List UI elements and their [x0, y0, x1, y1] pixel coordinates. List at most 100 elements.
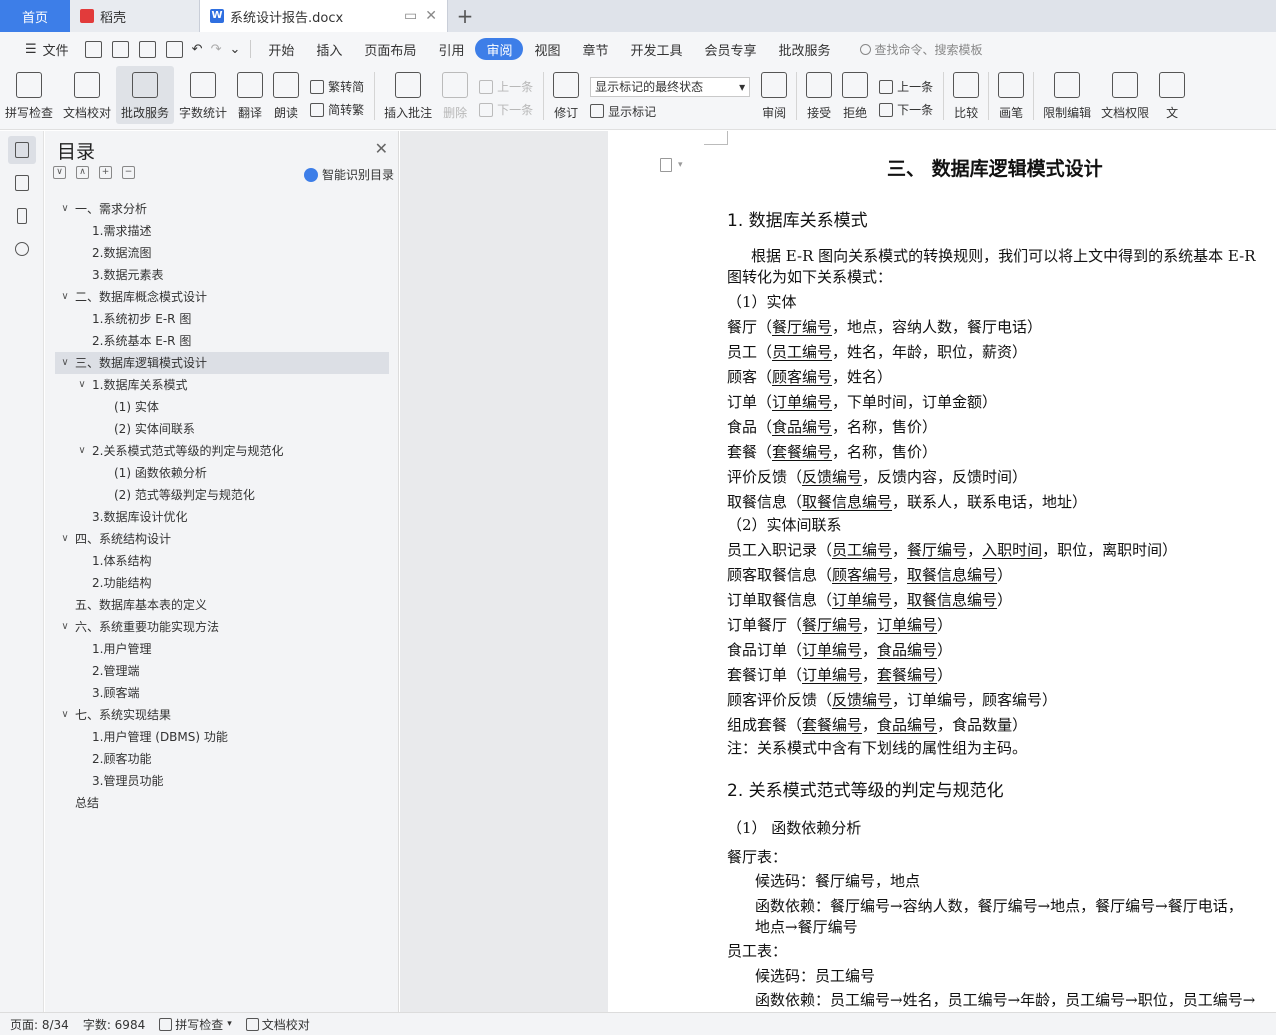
- toc-item[interactable]: 1.用户管理: [55, 638, 389, 660]
- toc-item[interactable]: 1.用户管理 (DBMS) 功能: [55, 726, 389, 748]
- menu-chapter[interactable]: 章节: [571, 38, 619, 60]
- delete-comment-button[interactable]: 删除: [437, 66, 473, 124]
- tab-home[interactable]: 首页: [0, 0, 70, 32]
- insert-comment-button[interactable]: 插入批注: [379, 66, 437, 124]
- menu-review[interactable]: 审阅: [475, 38, 524, 60]
- menu-layout[interactable]: 页面布局: [353, 38, 427, 60]
- menu-developer[interactable]: 开发工具: [620, 38, 694, 60]
- collapse-all-icon[interactable]: ∨: [53, 166, 66, 179]
- prev-change-button[interactable]: 上一条: [879, 78, 933, 95]
- doc-proofread-button[interactable]: 文档校对: [58, 66, 116, 124]
- document-page[interactable]: ▾ 三、 数据库逻辑模式设计 1. 数据库关系模式 根据 E-R 图向关系模式的转…: [608, 131, 1276, 1012]
- expand-up-icon[interactable]: ∧: [76, 166, 89, 179]
- next-comment-button[interactable]: 下一条: [479, 101, 533, 118]
- show-markup-button[interactable]: 显示标记: [590, 103, 750, 120]
- toc-item[interactable]: 2.管理端: [55, 660, 389, 682]
- chevron-down-icon[interactable]: ∨: [60, 704, 70, 726]
- toc-item[interactable]: 3.管理员功能: [55, 770, 389, 792]
- bookmark-icon[interactable]: [8, 202, 36, 230]
- chevron-down-icon[interactable]: ∨: [77, 440, 87, 462]
- command-search[interactable]: 查找命令、搜索模板: [859, 41, 983, 58]
- toc-item[interactable]: (2) 实体间联系: [55, 418, 389, 440]
- next-change-button[interactable]: 下一条: [879, 101, 933, 118]
- toc-panel-icon[interactable]: [8, 136, 36, 164]
- undo-icon[interactable]: ↶: [188, 38, 207, 60]
- revise-service-button[interactable]: 批改服务: [116, 66, 175, 124]
- print-preview-icon[interactable]: [165, 40, 183, 58]
- chevron-down-icon[interactable]: ∨: [60, 198, 70, 220]
- word-count-indicator[interactable]: 字数: 6984: [83, 1016, 145, 1033]
- export-pdf-icon[interactable]: [111, 40, 129, 58]
- prev-comment-button[interactable]: 上一条: [479, 78, 533, 95]
- add-heading-icon[interactable]: +: [99, 166, 112, 179]
- chevron-down-icon[interactable]: ∨: [60, 286, 70, 308]
- read-aloud-button[interactable]: 朗读: [268, 66, 304, 124]
- toc-item[interactable]: ∨ 一、需求分析: [55, 198, 389, 220]
- reject-button[interactable]: 拒绝: [837, 66, 873, 124]
- smart-toc-button[interactable]: 智能识别目录: [303, 166, 394, 183]
- toc-item[interactable]: 2.功能结构: [55, 572, 389, 594]
- close-icon[interactable]: ✕: [375, 139, 388, 158]
- menu-references[interactable]: 引用: [427, 38, 475, 60]
- search-icon[interactable]: [8, 235, 36, 263]
- save-icon[interactable]: [84, 40, 102, 58]
- toc-item[interactable]: 2.顾客功能: [55, 748, 389, 770]
- status-proofread[interactable]: 文档校对: [245, 1016, 310, 1033]
- draw-button[interactable]: 画笔: [993, 66, 1029, 124]
- restrict-edit-button[interactable]: 限制编辑: [1038, 66, 1096, 124]
- trad-to-simp-button[interactable]: 繁转简: [310, 78, 364, 95]
- tab-wps[interactable]: 稻壳: [70, 0, 200, 32]
- spell-check-button[interactable]: 拼写检查: [0, 66, 58, 124]
- simp-to-trad-button[interactable]: 简转繁: [310, 101, 364, 118]
- toc-item[interactable]: 1.体系结构: [55, 550, 389, 572]
- toc-item[interactable]: 3.数据库设计优化: [55, 506, 389, 528]
- print-icon[interactable]: [138, 40, 156, 58]
- window-icon[interactable]: ▭: [404, 8, 417, 24]
- compare-button[interactable]: 比较: [948, 66, 984, 124]
- doc-more-button[interactable]: 文: [1154, 66, 1190, 124]
- file-menu[interactable]: ☰ 文件: [14, 38, 80, 60]
- toc-item[interactable]: (1) 函数依赖分析: [55, 462, 389, 484]
- toc-item[interactable]: 五、数据库基本表的定义: [55, 594, 389, 616]
- toc-item[interactable]: 2.数据流图: [55, 242, 389, 264]
- page-indicator[interactable]: 页面: 8/34: [10, 1016, 69, 1033]
- menu-revise-service[interactable]: 批改服务: [768, 38, 842, 60]
- toc-item[interactable]: ∨ 1.数据库关系模式: [55, 374, 389, 396]
- quick-access-dropdown-icon[interactable]: ⌄: [225, 38, 244, 60]
- chevron-down-icon[interactable]: ∨: [60, 616, 70, 638]
- toc-item[interactable]: 2.系统基本 E-R 图: [55, 330, 389, 352]
- new-tab-button[interactable]: +: [448, 0, 482, 32]
- chevron-down-icon[interactable]: ∨: [60, 352, 70, 374]
- track-changes-button[interactable]: 修订: [548, 66, 584, 124]
- tab-document[interactable]: W 系统设计报告.docx ▭ ✕: [200, 0, 448, 32]
- chevron-down-icon[interactable]: ∨: [60, 528, 70, 550]
- toc-item[interactable]: 3.数据元素表: [55, 264, 389, 286]
- accept-button[interactable]: 接受: [801, 66, 837, 124]
- translate-button[interactable]: 翻译: [232, 66, 268, 124]
- chapter-icon[interactable]: [8, 169, 36, 197]
- markup-mode-select[interactable]: 显示标记的最终状态 ▾: [590, 76, 751, 97]
- toc-item[interactable]: 1.需求描述: [55, 220, 389, 242]
- redo-icon[interactable]: ↷: [207, 38, 226, 60]
- chevron-down-icon[interactable]: ∨: [77, 374, 87, 396]
- remove-heading-icon[interactable]: −: [122, 166, 135, 179]
- status-spell-check[interactable]: 拼写检查 ▾: [159, 1016, 232, 1033]
- paragraph-menu-icon[interactable]: [660, 158, 672, 172]
- toc-item[interactable]: ∨ 三、数据库逻辑模式设计: [55, 352, 389, 374]
- toc-item[interactable]: (2) 范式等级判定与规范化: [55, 484, 389, 506]
- toc-item[interactable]: 1.系统初步 E-R 图: [55, 308, 389, 330]
- toc-item[interactable]: 3.顾客端: [55, 682, 389, 704]
- toc-item[interactable]: (1) 实体: [55, 396, 389, 418]
- toc-item[interactable]: ∨ 六、系统重要功能实现方法: [55, 616, 389, 638]
- menu-start[interactable]: 开始: [257, 38, 305, 60]
- chevron-down-icon[interactable]: ▾: [678, 160, 683, 170]
- toc-item[interactable]: ∨ 二、数据库概念模式设计: [55, 286, 389, 308]
- word-count-button[interactable]: 字数统计: [174, 66, 232, 124]
- toc-item[interactable]: ∨ 七、系统实现结果: [55, 704, 389, 726]
- toc-item[interactable]: ∨ 2.关系模式范式等级的判定与规范化: [55, 440, 389, 462]
- doc-permission-button[interactable]: 文档权限: [1096, 66, 1154, 124]
- menu-view[interactable]: 视图: [523, 38, 571, 60]
- menu-insert[interactable]: 插入: [305, 38, 353, 60]
- menu-member[interactable]: 会员专享: [694, 38, 768, 60]
- close-tab-icon[interactable]: ✕: [425, 8, 437, 24]
